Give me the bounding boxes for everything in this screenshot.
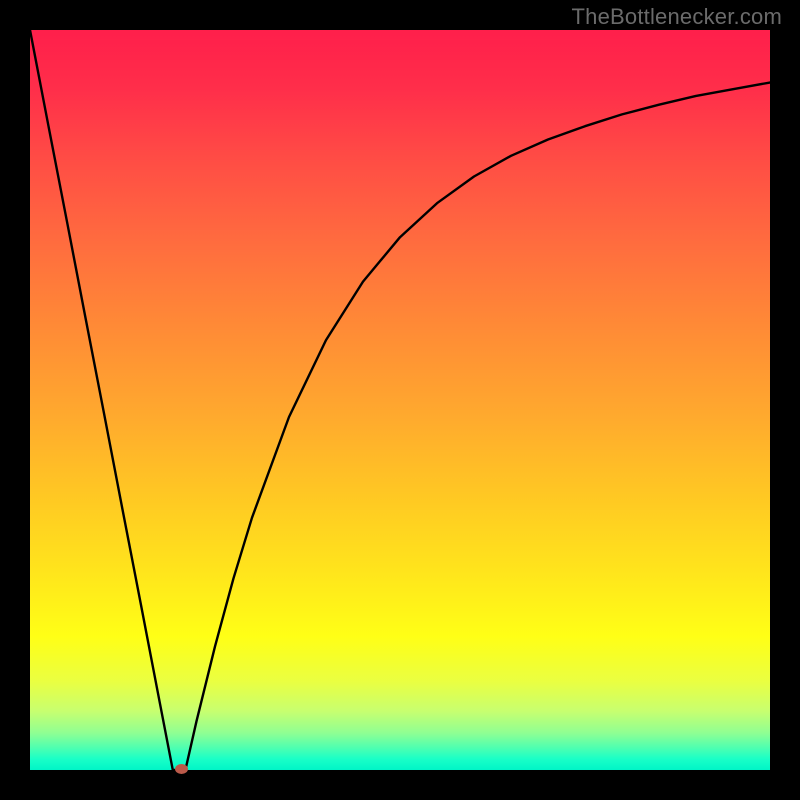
bottleneck-curve — [30, 30, 770, 770]
minimum-point-marker — [175, 764, 188, 774]
chart-frame: TheBottlenecker.com — [0, 0, 800, 800]
watermark-text: TheBottlenecker.com — [572, 4, 782, 30]
plot-area — [30, 30, 770, 770]
